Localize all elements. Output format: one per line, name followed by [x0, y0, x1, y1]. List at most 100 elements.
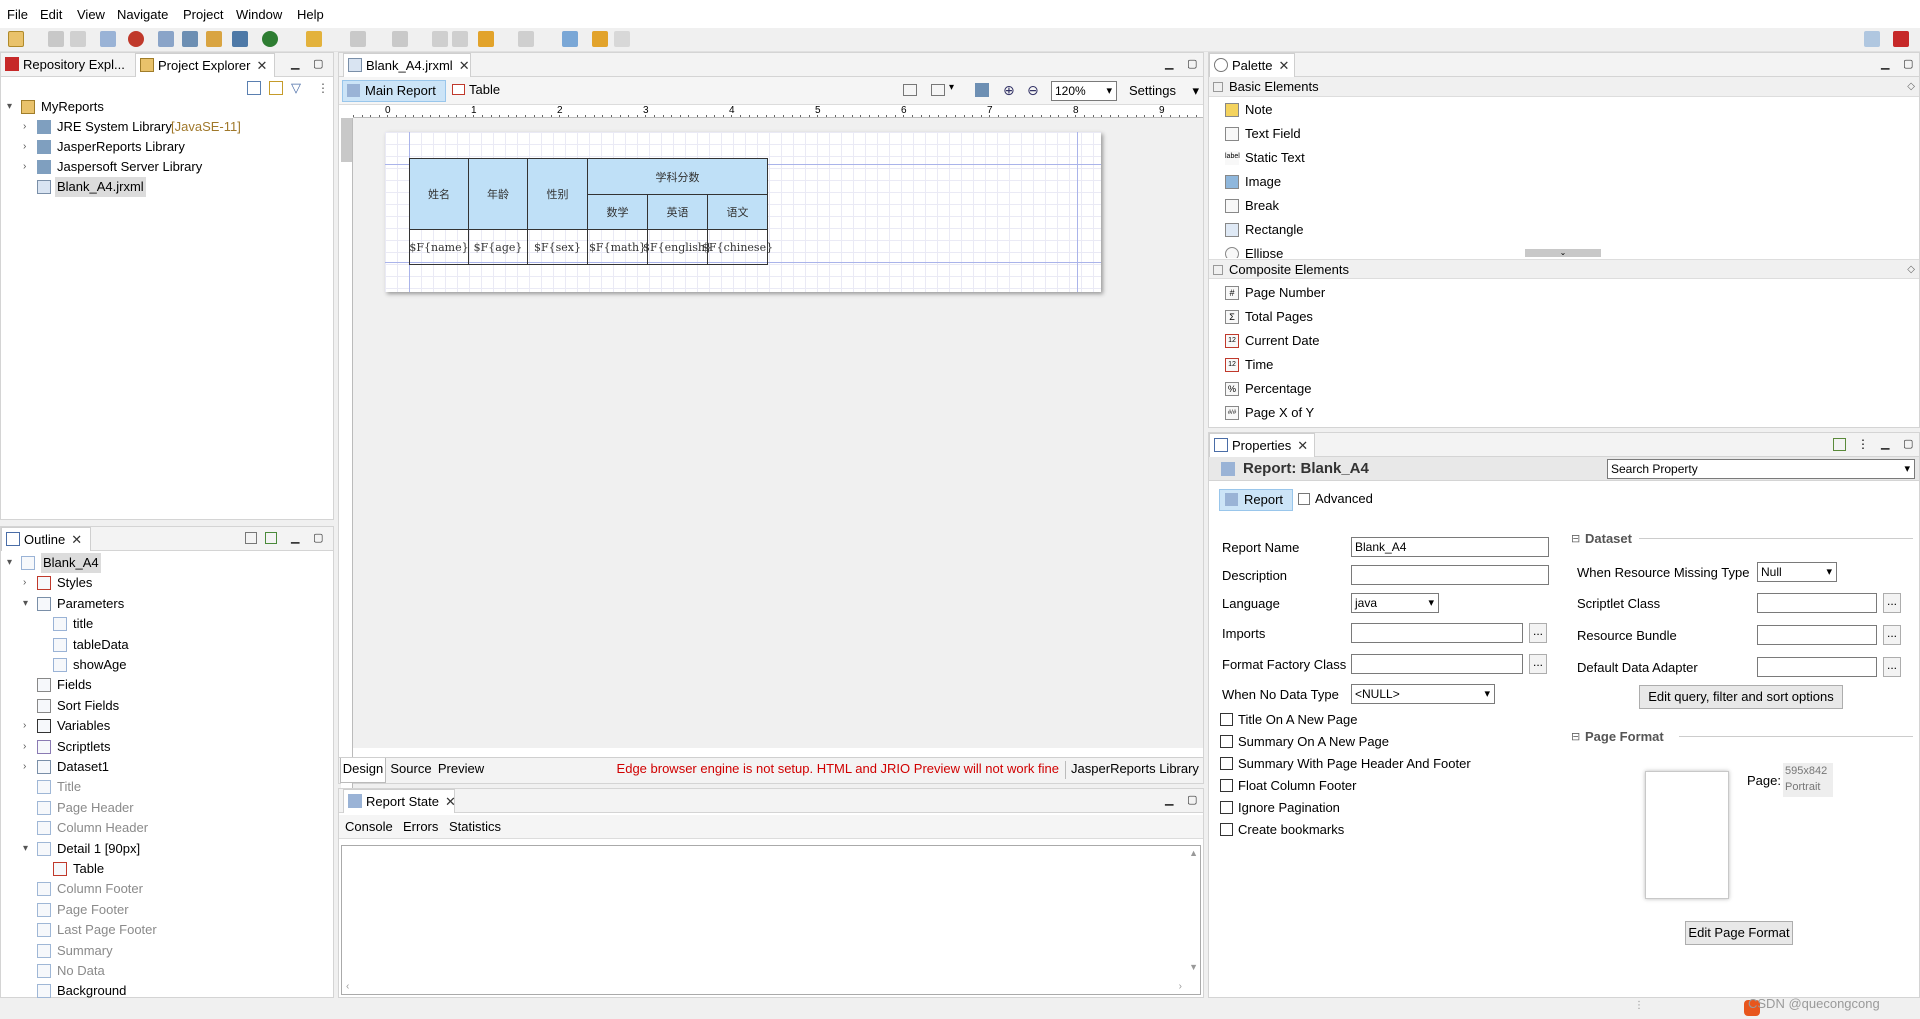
maximize-icon[interactable]: ▢: [1903, 59, 1915, 70]
detail-cell-name[interactable]: $F{name}: [409, 229, 469, 265]
scriptlet-class-field[interactable]: [1757, 593, 1877, 613]
close-icon[interactable]: ✕: [445, 790, 456, 814]
collapsed-icon[interactable]: ›: [23, 137, 33, 157]
palette-item-percentage[interactable]: % Percentage: [1225, 379, 1312, 399]
last-edit-icon[interactable]: [432, 31, 448, 47]
detail-cell-chinese[interactable]: $F{chinese}: [702, 229, 773, 265]
zoom-combo[interactable]: 120%: [1051, 81, 1117, 101]
last-edit-fwd-icon[interactable]: [452, 31, 468, 47]
edit-query-button[interactable]: Edit query, filter and sort options: [1639, 685, 1843, 709]
dropdown-icon[interactable]: ▾: [949, 82, 954, 93]
minimize-icon[interactable]: ▁: [291, 59, 303, 70]
detail-cell-sex[interactable]: $F{sex}: [527, 229, 588, 265]
menu-edit[interactable]: Edit: [40, 7, 62, 22]
header-cell-math[interactable]: 数学: [587, 194, 648, 230]
minimize-icon[interactable]: ▁: [1165, 795, 1177, 806]
expanded-icon[interactable]: ▾: [23, 594, 33, 614]
tab-statistics[interactable]: Statistics: [449, 819, 501, 834]
header-cell-name[interactable]: 姓名: [409, 158, 469, 230]
ignore-pagination-checkbox[interactable]: [1220, 801, 1233, 814]
forward-icon[interactable]: [518, 31, 534, 47]
scroll-down-icon[interactable]: ▼: [1189, 962, 1198, 972]
palette-item-page-number[interactable]: # Page Number: [1225, 283, 1325, 303]
detail-cell-math[interactable]: $F{math}: [587, 229, 648, 265]
palette-item-total-pages[interactable]: Σ Total Pages: [1225, 307, 1313, 327]
minimize-icon[interactable]: ▁: [291, 533, 303, 544]
palette-item-static-text[interactable]: label Static Text: [1225, 148, 1305, 168]
scriptlet-browse-button[interactable]: ...: [1883, 593, 1901, 613]
debug-icon[interactable]: [128, 31, 144, 47]
menu-project[interactable]: Project: [183, 7, 223, 22]
palette-item-break[interactable]: Break: [1225, 196, 1279, 216]
tab-console[interactable]: Console: [345, 819, 393, 834]
tab-table[interactable]: Table: [449, 80, 519, 102]
settings-menu[interactable]: Settings ▾: [1129, 82, 1201, 102]
menu-help[interactable]: Help: [297, 7, 324, 22]
summary-new-page-checkbox[interactable]: [1220, 735, 1233, 748]
tab-design[interactable]: Design: [340, 758, 386, 783]
undo-icon[interactable]: [592, 31, 608, 47]
maximize-icon[interactable]: ▢: [1187, 795, 1199, 806]
compile-icon[interactable]: [100, 31, 116, 47]
palette-item-image[interactable]: Image: [1225, 172, 1281, 192]
collapsed-icon[interactable]: ›: [23, 716, 33, 736]
publish-icon[interactable]: [158, 31, 174, 47]
expanded-icon[interactable]: ▾: [7, 97, 17, 117]
close-icon[interactable]: ✕: [71, 528, 82, 552]
composite-elements-header[interactable]: Composite Elements ◇: [1209, 259, 1919, 279]
tab-errors[interactable]: Errors: [403, 819, 438, 834]
view-menu-icon[interactable]: ⋮: [1857, 437, 1869, 451]
detail-cell-age[interactable]: $F{age}: [468, 229, 528, 265]
resource-missing-combo[interactable]: Null: [1757, 562, 1837, 582]
collapsed-icon[interactable]: ›: [23, 117, 33, 137]
filter-icon[interactable]: ▽: [291, 81, 305, 95]
scroll-right-icon[interactable]: ›: [1179, 981, 1182, 992]
drawer-toggle-icon[interactable]: ◇: [1907, 77, 1915, 97]
redo-icon[interactable]: [614, 31, 630, 47]
pin-icon[interactable]: [1833, 438, 1846, 451]
close-icon[interactable]: ✕: [1297, 434, 1308, 458]
detail-cell-english[interactable]: $F{english}: [643, 229, 712, 265]
palette-item-current-date[interactable]: 12 Current Date: [1225, 331, 1319, 351]
zoom-in-icon[interactable]: ⊕: [1003, 82, 1015, 99]
collapsed-icon[interactable]: ›: [23, 757, 33, 777]
tab-properties[interactable]: Properties ✕: [1209, 433, 1315, 457]
search-property-combo[interactable]: Search Property: [1607, 459, 1915, 479]
link-editor-icon[interactable]: [269, 81, 283, 95]
imports-field[interactable]: [1351, 623, 1523, 643]
palette-item-text-field[interactable]: Text Field: [1225, 124, 1301, 144]
resource-bundle-field[interactable]: [1757, 625, 1877, 645]
expanded-icon[interactable]: ▾: [7, 553, 17, 573]
palette-item-rectangle[interactable]: Rectangle: [1225, 220, 1304, 240]
collapsed-icon[interactable]: ›: [23, 737, 33, 757]
drawer-toggle-icon[interactable]: ◇: [1907, 260, 1915, 280]
menu-file[interactable]: File: [7, 7, 28, 22]
scroll-up-icon[interactable]: ▲: [1189, 848, 1198, 858]
collapse-icon[interactable]: ⊟: [1571, 730, 1580, 743]
palette-item-page-x-of-y[interactable]: #/# Page X of Y: [1225, 403, 1314, 423]
save-all-icon[interactable]: [70, 31, 86, 47]
description-field[interactable]: [1351, 565, 1549, 585]
adapter-browse-button[interactable]: ...: [1883, 657, 1901, 677]
run-icon[interactable]: [262, 31, 278, 47]
tab-advanced[interactable]: Advanced: [1295, 489, 1385, 511]
maximize-icon[interactable]: ▢: [313, 533, 325, 544]
minimize-icon[interactable]: ▁: [1881, 59, 1893, 70]
view-menu-icon[interactable]: ⋮: [317, 81, 329, 95]
marker-icon[interactable]: [306, 31, 322, 47]
expanded-icon[interactable]: ▾: [23, 839, 33, 859]
band-icon[interactable]: [903, 84, 917, 96]
grid-icon[interactable]: [931, 84, 945, 96]
tab-main-report[interactable]: Main Report: [342, 80, 446, 102]
summary-header-footer-checkbox[interactable]: [1220, 757, 1233, 770]
dataset-icon[interactable]: [182, 31, 198, 47]
tab-outline[interactable]: Outline ✕: [1, 527, 91, 551]
tab-report[interactable]: Report: [1219, 489, 1293, 511]
group-header-cell[interactable]: 学科分数: [587, 158, 768, 195]
header-cell-age[interactable]: 年龄: [468, 158, 528, 230]
next-annotation-icon[interactable]: [350, 31, 366, 47]
close-icon[interactable]: ✕: [256, 54, 267, 78]
collapsed-icon[interactable]: ›: [23, 573, 33, 593]
header-cell-chinese[interactable]: 语文: [707, 194, 768, 230]
collapsed-icon[interactable]: ›: [23, 157, 33, 177]
